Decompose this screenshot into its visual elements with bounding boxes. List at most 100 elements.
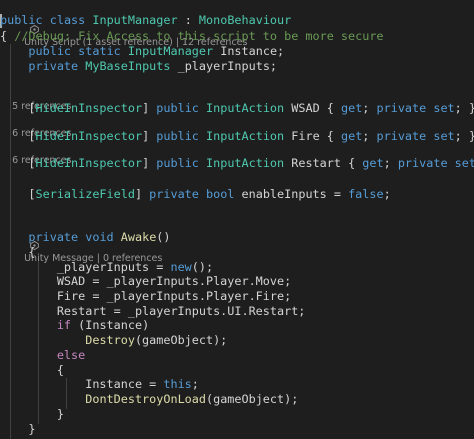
code-line: if (Instance): [0, 318, 149, 332]
keyword-token: private: [149, 187, 199, 201]
code-token: WSAD {: [284, 101, 341, 115]
code-line: WSAD = _playerInputs.Player.Move;: [0, 274, 291, 288]
code-token: Restart = _playerInputs.UI.Restart;: [0, 304, 306, 318]
code-token: Instance;: [213, 44, 285, 58]
code-line: public class InputManager : MonoBehaviou…: [0, 13, 291, 27]
code-token: ; }: [454, 129, 474, 143]
code-token: ]: [142, 129, 157, 143]
keyword-token: private: [28, 230, 79, 244]
keyword-token: new: [170, 260, 192, 274]
code-token: }: [0, 407, 64, 421]
code-line: _playerInputs = new();: [0, 260, 213, 274]
keyword-token: get: [340, 101, 363, 115]
type-token: InputAction: [206, 156, 285, 170]
code-line: [HideInInspector] public InputAction Res…: [0, 156, 474, 170]
type-token: InputAction: [206, 101, 285, 115]
code-line: {: [0, 245, 35, 259]
code-line: Restart = _playerInputs.UI.Restart;: [0, 304, 306, 318]
code-line: private void Awake(): [0, 230, 171, 244]
code-token: (Instance): [71, 318, 150, 332]
keyword-token: private: [28, 59, 79, 73]
keyword-token: public: [0, 13, 43, 27]
keyword-token: set: [433, 129, 455, 143]
keyword-token: this: [163, 377, 192, 391]
function-token: Awake: [120, 230, 157, 244]
control-keyword-token: if: [56, 318, 72, 332]
code-line: private MyBaseInputs _playerInputs;: [0, 59, 277, 73]
code-line: }: [0, 407, 64, 421]
code-token: Fire = _playerInputs.Player.Fire;: [0, 289, 292, 303]
code-line: Fire = _playerInputs.Player.Fire;: [0, 289, 291, 303]
keyword-token: get: [340, 129, 363, 143]
code-line: [SerializeField] private bool enableInpu…: [0, 187, 391, 201]
keyword-token: void: [85, 230, 114, 244]
code-token: [: [0, 156, 36, 170]
code-token: ;: [362, 129, 377, 143]
code-token: _playerInputs;: [170, 59, 278, 73]
function-token: Destroy: [85, 333, 135, 347]
attribute-token: SerializeField: [35, 187, 135, 201]
keyword-token: false: [348, 187, 384, 201]
code-token: enableInputs =: [234, 187, 349, 201]
code-token: [: [0, 187, 36, 201]
comment-token: //Debug: Fix Access to this script to be…: [14, 29, 384, 43]
code-line: }: [0, 422, 36, 436]
code-token: ; }: [454, 101, 474, 115]
code-line: [HideInInspector] public InputAction WSA…: [0, 101, 474, 115]
type-token: InputAction: [206, 129, 285, 143]
code-token: (gameObject);: [134, 333, 228, 347]
type-token: InputManager: [127, 44, 214, 58]
code-token: }: [0, 422, 36, 436]
code-token: [: [0, 101, 36, 115]
type-token: MyBaseInputs: [85, 59, 171, 73]
code-token: :: [177, 13, 199, 27]
code-token: ]: [142, 101, 157, 115]
code-line: {: [0, 363, 64, 377]
code-line: [HideInInspector] public InputAction Fir…: [0, 129, 474, 143]
attribute-token: HideInInspector: [35, 156, 143, 170]
code-token: Instance =: [0, 377, 164, 391]
keyword-token: public: [28, 44, 72, 58]
code-editor[interactable]: Unity Script (1 asset reference) | 12 re…: [0, 0, 474, 439]
code-line: { //Debug: Fix Access to this script to …: [0, 29, 384, 43]
code-token: ;: [383, 156, 398, 170]
code-line: Destroy(gameObject);: [0, 333, 227, 347]
keyword-token: static: [78, 44, 121, 58]
code-token: {: [0, 29, 15, 43]
attribute-token: HideInInspector: [35, 129, 143, 143]
code-token: (gameObject);: [205, 392, 299, 406]
code-token: Restart {: [284, 156, 363, 170]
keyword-token: get: [362, 156, 384, 170]
keyword-token: set: [433, 101, 455, 115]
code-token: WSAD = _playerInputs.Player.Move;: [0, 274, 292, 288]
code-token: (): [156, 230, 171, 244]
control-keyword-token: else: [56, 348, 86, 362]
keyword-token: class: [49, 13, 86, 27]
code-token: ();: [191, 260, 214, 274]
keyword-token: private: [397, 156, 448, 170]
code-token: {: [0, 363, 64, 377]
code-line: public static InputManager Instance;: [0, 44, 284, 58]
keyword-token: public: [156, 101, 199, 115]
keyword-token: set: [454, 156, 474, 170]
keyword-token: public: [156, 156, 199, 170]
code-token: ;: [191, 377, 199, 391]
keyword-token: bool: [206, 187, 235, 201]
code-token: ;: [383, 187, 391, 201]
code-token: Fire {: [284, 129, 341, 143]
attribute-token: HideInInspector: [35, 101, 143, 115]
